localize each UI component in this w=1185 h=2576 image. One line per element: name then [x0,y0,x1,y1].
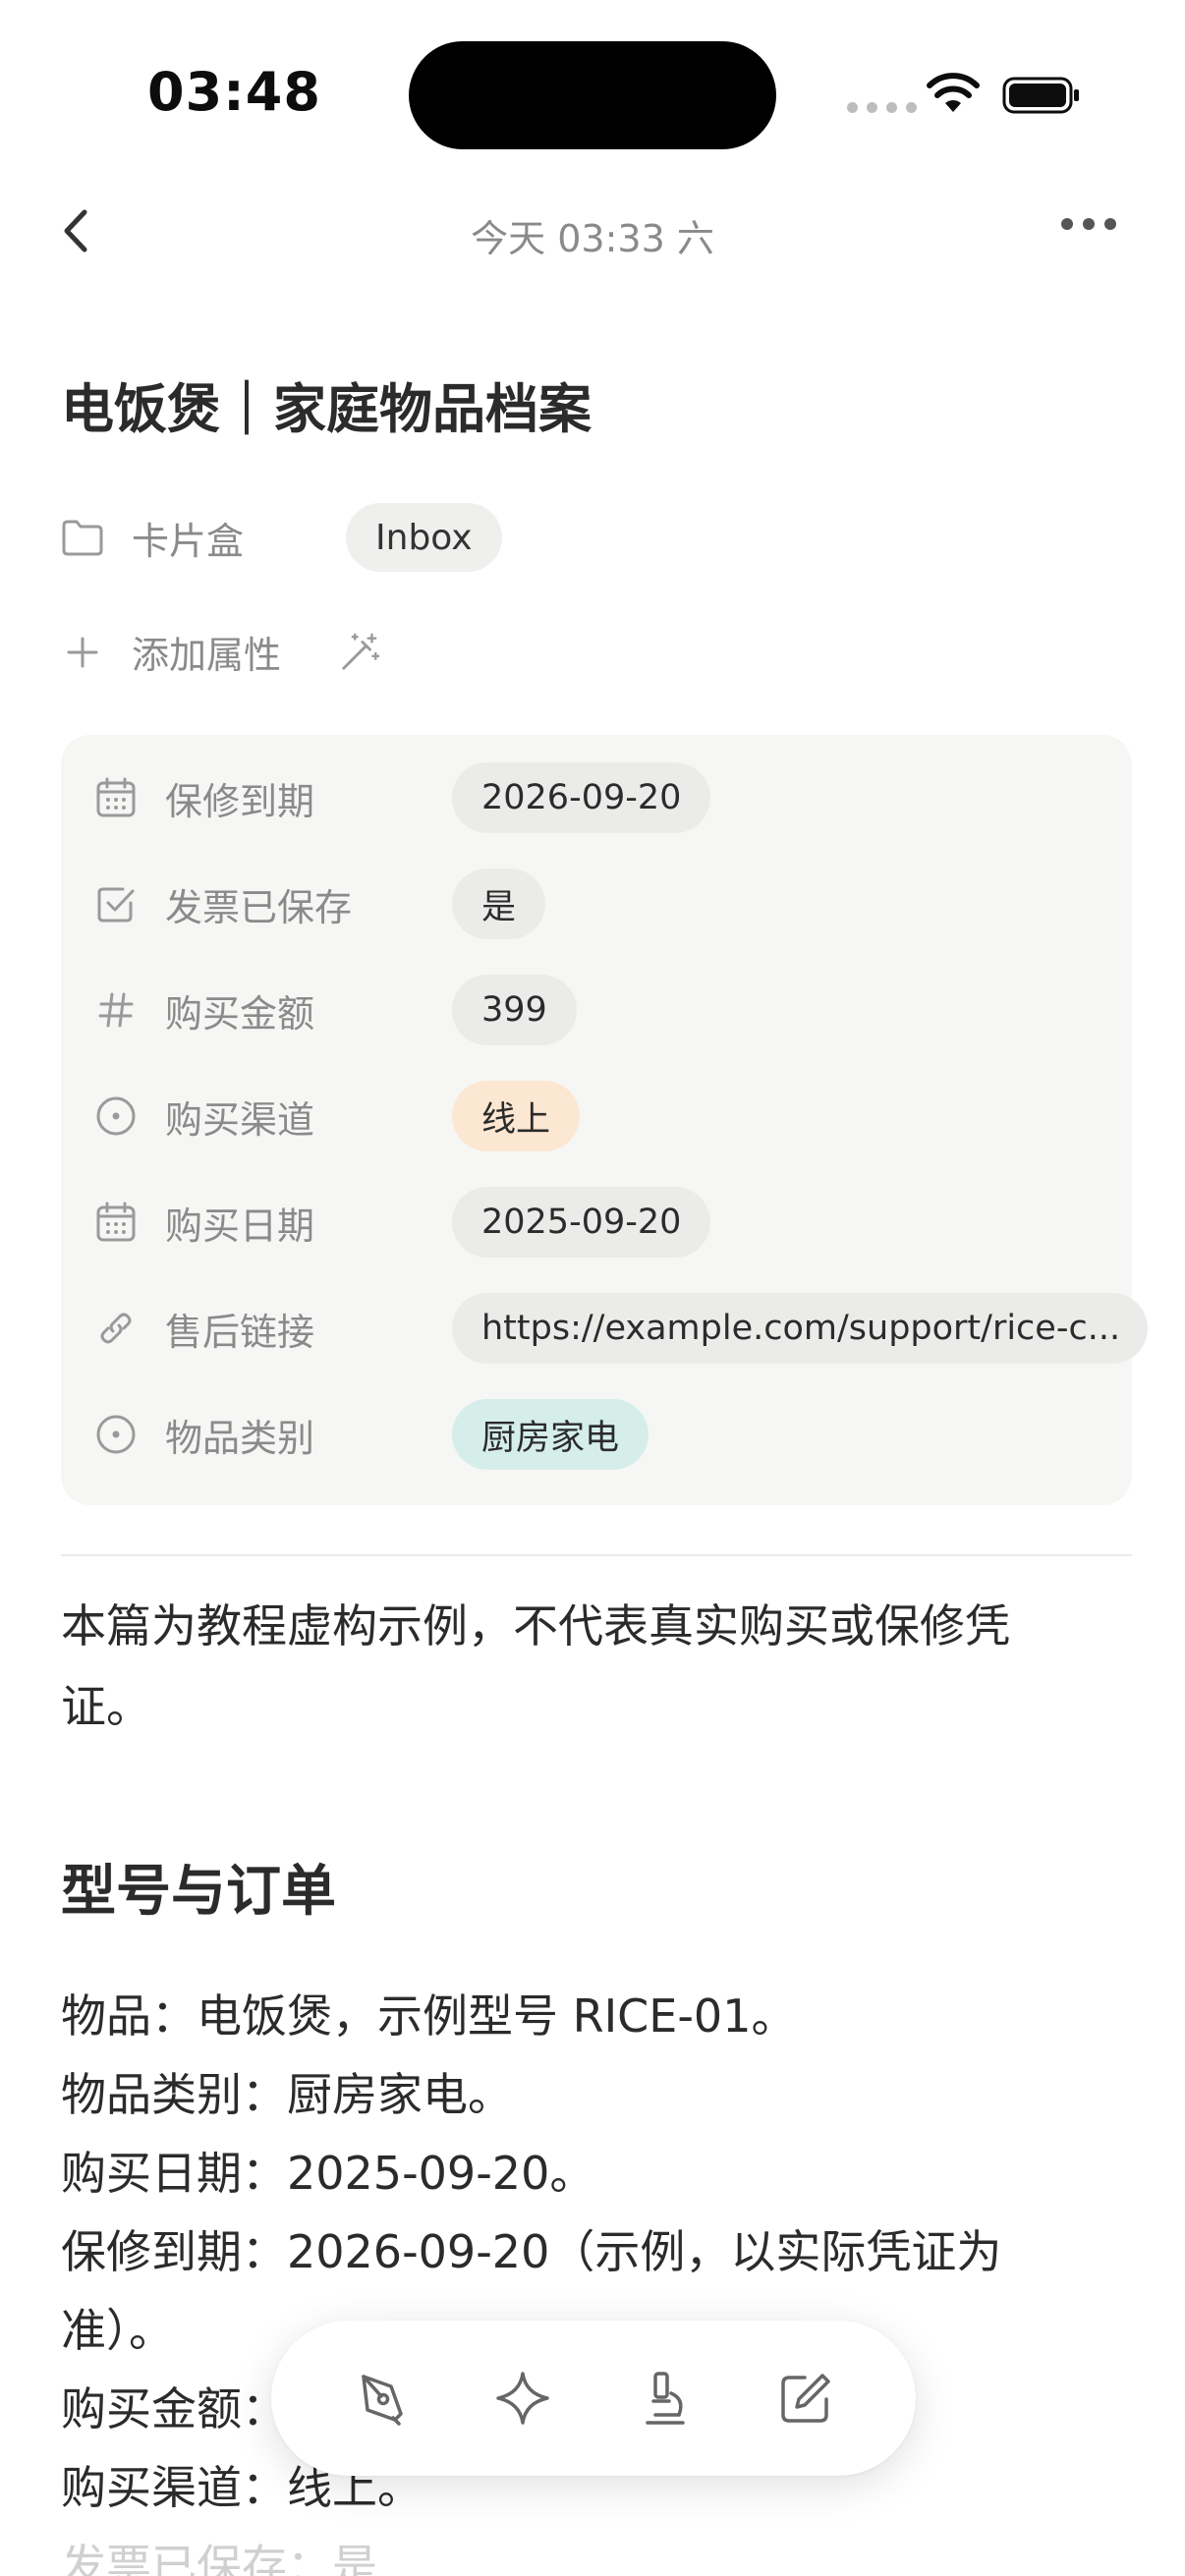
folder-row[interactable]: 卡片盒 Inbox [61,503,502,572]
body-line[interactable]: 保修到期：2026-09-20（示例，以实际凭证为 [61,2216,1001,2281]
body-line[interactable]: 发票已保存：是 [61,2531,377,2576]
dynamic-island [409,41,776,149]
body-line[interactable]: 物品类别：厨房家电。 [61,2059,513,2124]
body-line[interactable]: 购买金额： [61,2374,287,2438]
property-label: 售后链接 [165,1310,315,1354]
property-label: 发票已保存 [165,885,353,929]
property-value[interactable]: 2025-09-20 [452,1187,711,1258]
cellular-signal-icon [847,102,917,113]
property-row-purchase-date[interactable]: 购买日期 2025-09-20 [94,1187,711,1258]
property-label: 购买日期 [165,1204,315,1248]
pen-icon[interactable] [346,2363,417,2434]
folder-chip[interactable]: Inbox [346,503,502,572]
more-options-button[interactable] [1061,218,1116,230]
property-value[interactable]: 399 [452,975,577,1045]
battery-icon [1002,77,1079,114]
property-row-warranty[interactable]: 保修到期 2026-09-20 [94,762,711,833]
checkbox-icon [94,882,138,925]
folder-label: 卡片盒 [132,519,245,563]
magic-wand-icon[interactable] [338,631,381,674]
property-row-channel[interactable]: 购买渠道 线上 [94,1081,581,1151]
plus-icon [61,631,104,674]
body-line[interactable]: 准）。 [61,2295,174,2360]
microscope-icon[interactable] [629,2363,700,2434]
intro-line: 证。 [61,1680,151,1733]
floating-toolbar [271,2321,916,2476]
note-date-title: 今天 03:33 六 [471,217,714,260]
property-value[interactable]: 是 [452,868,546,939]
status-time: 03:48 [147,61,321,123]
support-link-value[interactable]: https://example.com/support/rice-c... [452,1293,1148,1364]
select-icon [94,1413,138,1456]
note-detail-screen: 03:48 今天 03:33 六 电饭煲｜家庭物品档案 卡片盒 Inbox 添加… [0,0,1185,2576]
calendar-icon [94,1201,138,1244]
property-row-support-link[interactable]: 售后链接 https://example.com/support/rice-c.… [94,1293,1148,1364]
intro-line: 本篇为教程虚构示例，不代表真实购买或保修凭 [61,1599,1010,1652]
divider [61,1554,1132,1556]
link-icon [94,1307,138,1350]
property-label: 购买渠道 [165,1097,315,1142]
page-title[interactable]: 电饭煲｜家庭物品档案 [61,365,592,443]
intro-paragraph[interactable]: 本篇为教程虚构示例，不代表真实购买或保修凭 证。 [61,1586,1102,1747]
property-value[interactable]: 线上 [452,1081,581,1151]
sparkle-icon[interactable] [487,2363,558,2434]
property-value[interactable]: 厨房家电 [452,1399,649,1470]
property-label: 保修到期 [165,779,315,823]
section-heading[interactable]: 型号与订单 [61,1847,336,1927]
properties-panel: 保修到期 2026-09-20 发票已保存 是 购买金额 399 购买渠道 线上… [61,735,1148,1505]
body-line[interactable]: 物品：电饭煲，示例型号 RICE-01。 [61,1981,796,2045]
property-value[interactable]: 2026-09-20 [452,762,711,833]
select-icon [94,1094,138,1138]
body-line[interactable]: 购买日期：2025-09-20。 [61,2138,594,2203]
property-row-category[interactable]: 物品类别 厨房家电 [94,1399,649,1470]
property-row-invoice[interactable]: 发票已保存 是 [94,868,546,939]
add-property-label: 添加属性 [132,634,282,677]
edit-icon[interactable] [770,2363,841,2434]
folder-icon [61,516,104,559]
calendar-icon [94,776,138,819]
property-row-amount[interactable]: 购买金额 399 [94,975,577,1045]
add-property-row[interactable]: 添加属性 [61,625,381,679]
property-label: 物品类别 [165,1416,315,1460]
property-label: 购买金额 [165,991,315,1036]
hash-icon [94,988,138,1032]
wifi-icon [927,73,980,112]
